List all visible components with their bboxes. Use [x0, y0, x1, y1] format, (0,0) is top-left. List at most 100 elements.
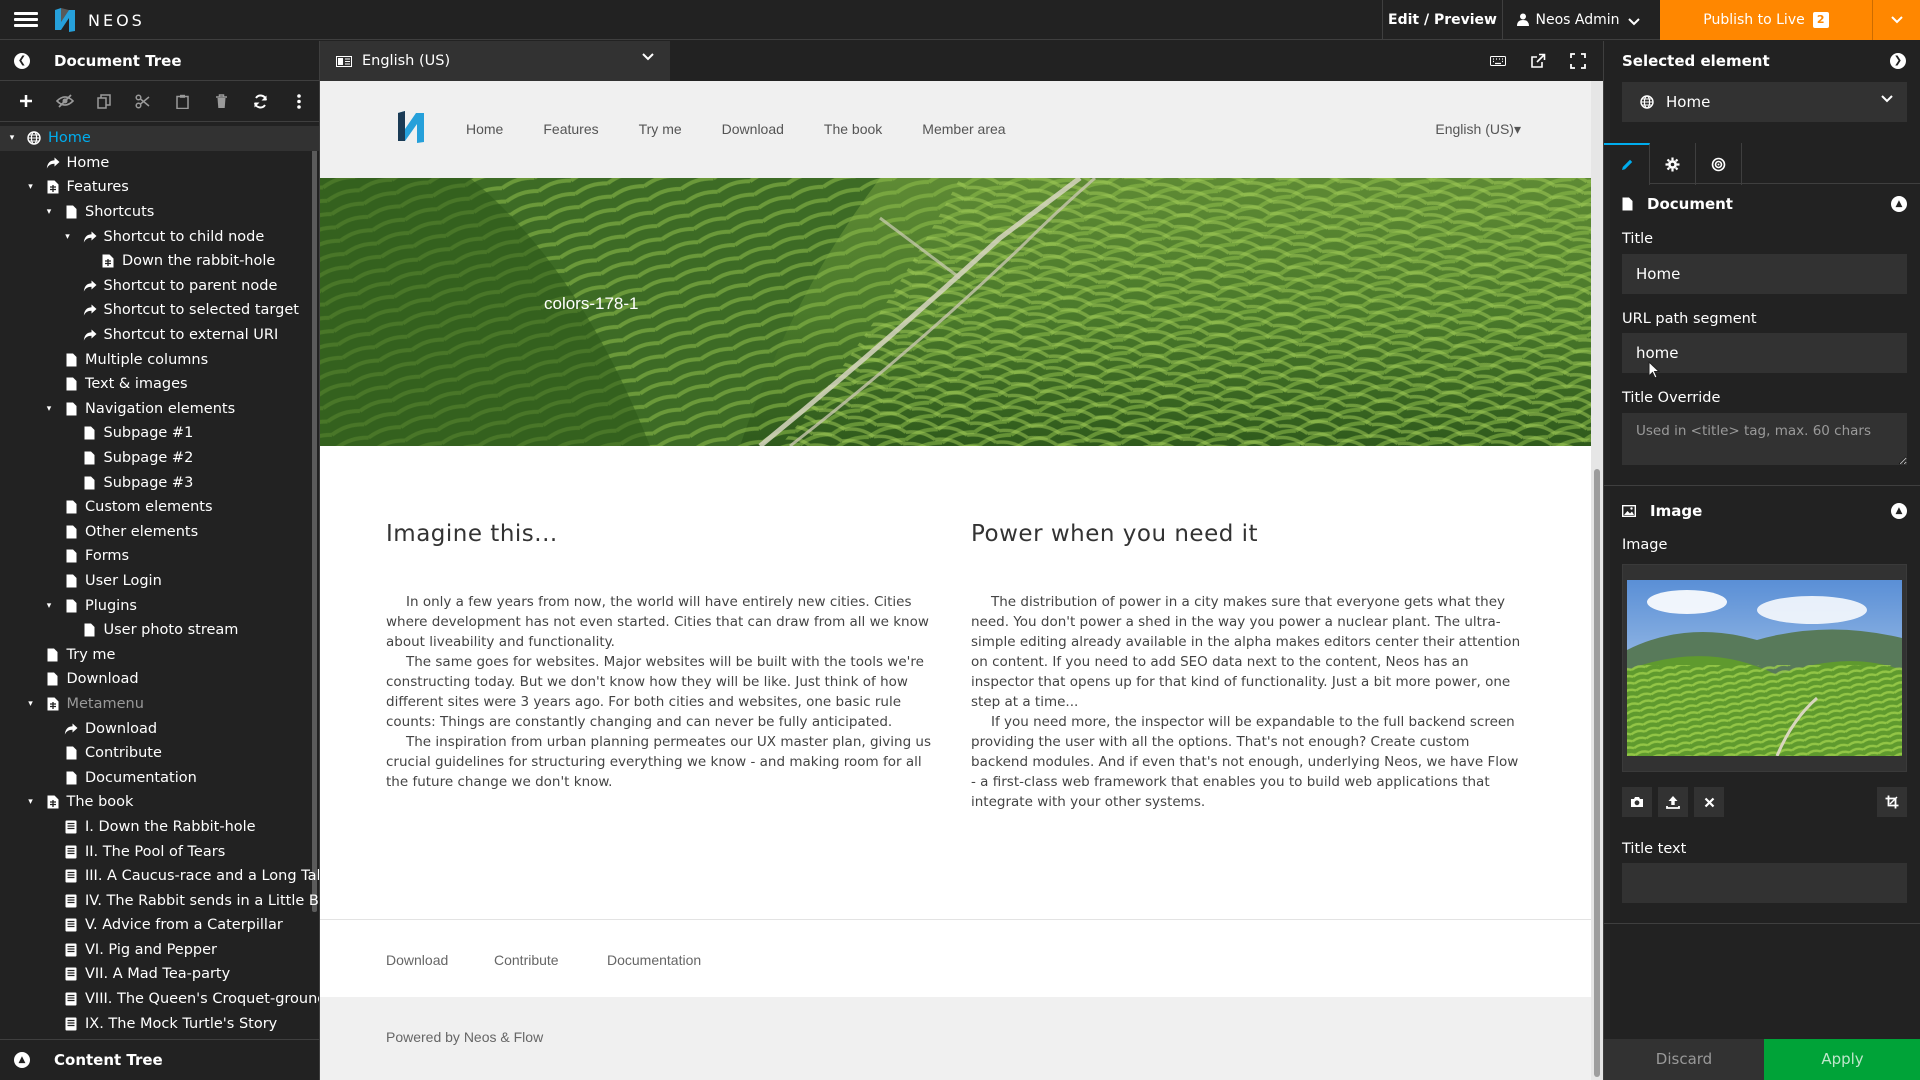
language-dimension-select[interactable]: English (US): [320, 41, 670, 81]
tree-node[interactable]: User Login: [0, 569, 319, 594]
tree-node[interactable]: Forms: [0, 544, 319, 569]
footer-link-documentation[interactable]: Documentation: [607, 952, 701, 968]
tree-toggle-icon[interactable]: ▾: [25, 797, 37, 807]
collapse-section-icon[interactable]: ▲: [1891, 503, 1907, 519]
tree-toggle-icon[interactable]: ▾: [43, 404, 55, 414]
cut-node-button[interactable]: [123, 81, 162, 121]
collapse-right-icon[interactable]: ❯: [1890, 53, 1906, 69]
tree-node[interactable]: Download: [0, 667, 319, 692]
hide-node-button[interactable]: [45, 81, 84, 121]
tree-toggle-icon[interactable]: ▾: [43, 601, 55, 611]
menu-icon[interactable]: [14, 9, 38, 31]
tree-node[interactable]: Subpage #2: [0, 446, 319, 471]
tree-node[interactable]: Text & images: [0, 372, 319, 397]
tree-node[interactable]: Other elements: [0, 520, 319, 545]
tree-toggle-icon[interactable]: ▾: [43, 207, 55, 217]
tree-node[interactable]: Download: [0, 716, 319, 741]
url-path-input[interactable]: [1622, 333, 1907, 373]
copy-node-button[interactable]: [84, 81, 123, 121]
upload-button[interactable]: [1658, 787, 1688, 817]
media-browser-button[interactable]: [1622, 787, 1652, 817]
document-tree-header[interactable]: ❮ Document Tree: [0, 41, 319, 81]
tree-node[interactable]: Down the rabbit-hole: [0, 249, 319, 274]
tree-toggle-icon[interactable]: ▾: [62, 232, 74, 242]
title-input[interactable]: [1622, 254, 1907, 294]
publish-to-live-button[interactable]: Publish to Live 2: [1660, 0, 1872, 40]
site-language-switcher[interactable]: English (US)▾: [1435, 121, 1521, 138]
tree-node[interactable]: ▾ Shortcut to child node: [0, 224, 319, 249]
keyboard-icon[interactable]: [1490, 53, 1506, 69]
delete-node-button[interactable]: [202, 81, 241, 121]
tree-node[interactable]: User photo stream: [0, 618, 319, 643]
tree-node[interactable]: Contribute: [0, 741, 319, 766]
footer-link-contribute[interactable]: Contribute: [494, 952, 559, 968]
tree-node[interactable]: Shortcut to selected target: [0, 298, 319, 323]
tree-node[interactable]: IV. The Rabbit sends in a Little Bill: [0, 888, 319, 913]
collapse-left-icon[interactable]: ❮: [14, 52, 30, 69]
tree-node[interactable]: Documentation: [0, 765, 319, 790]
content-tree-header[interactable]: ▲ Content Tree: [0, 1039, 320, 1080]
tree-node[interactable]: II. The Pool of Tears: [0, 839, 319, 864]
site-nav-item[interactable]: Try me: [639, 121, 682, 137]
apply-button[interactable]: Apply: [1764, 1039, 1920, 1080]
tree-node[interactable]: ▾ Shortcuts: [0, 200, 319, 225]
tree-node[interactable]: ▾ Features: [0, 175, 319, 200]
tree-node[interactable]: III. A Caucus-race and a Long Tale: [0, 864, 319, 889]
tree-node[interactable]: Custom elements: [0, 495, 319, 520]
selected-element-select[interactable]: Home: [1622, 82, 1907, 122]
preview-scroll-thumb[interactable]: [1594, 469, 1600, 1077]
tree-node[interactable]: ▾ The book: [0, 790, 319, 815]
tree-node[interactable]: Subpage #3: [0, 470, 319, 495]
discard-button[interactable]: Discard: [1604, 1039, 1764, 1080]
tree-node[interactable]: ▾ Home: [0, 126, 319, 151]
tree-node[interactable]: ▾ Plugins: [0, 593, 319, 618]
tree-toggle-icon[interactable]: ▾: [25, 699, 37, 709]
file-icon: [63, 598, 79, 614]
site-nav-item[interactable]: The book: [824, 121, 882, 137]
image-preview[interactable]: [1622, 564, 1907, 772]
preview-scrollbar[interactable]: [1591, 81, 1603, 1080]
tab-seo[interactable]: [1696, 143, 1742, 185]
tree-node[interactable]: VII. A Mad Tea-party: [0, 962, 319, 987]
tree-node[interactable]: Shortcut to external URI: [0, 323, 319, 348]
tree-node[interactable]: Subpage #1: [0, 421, 319, 446]
expand-content-tree-icon[interactable]: ▲: [14, 1052, 30, 1068]
more-options-button[interactable]: [280, 81, 319, 121]
site-nav-item[interactable]: Member area: [922, 121, 1005, 137]
tab-settings[interactable]: [1650, 143, 1696, 185]
tree-node[interactable]: V. Advice from a Caterpillar: [0, 913, 319, 938]
fullscreen-icon[interactable]: [1570, 53, 1586, 69]
collapse-section-icon[interactable]: ▲: [1891, 196, 1907, 212]
add-node-button[interactable]: [6, 81, 45, 121]
tree-node[interactable]: Try me: [0, 642, 319, 667]
tree-toggle-icon[interactable]: ▾: [25, 182, 37, 192]
tree-node[interactable]: IX. The Mock Turtle's Story: [0, 1011, 319, 1036]
tree-node[interactable]: VIII. The Queen's Croquet-ground: [0, 987, 319, 1012]
crop-image-button[interactable]: [1877, 787, 1907, 817]
tree-node[interactable]: Home: [0, 151, 319, 176]
document-section-header[interactable]: Document ▲: [1604, 184, 1920, 224]
tree-node[interactable]: VI. Pig and Pepper: [0, 938, 319, 963]
publish-dropdown-button[interactable]: [1872, 0, 1920, 40]
paste-node-button[interactable]: [163, 81, 202, 121]
site-nav-item[interactable]: Features: [543, 121, 598, 137]
title-text-input[interactable]: [1622, 863, 1907, 903]
site-logo[interactable]: [396, 109, 426, 145]
tree-node[interactable]: ▾ Metamenu: [0, 692, 319, 717]
tree-node[interactable]: Multiple columns: [0, 347, 319, 372]
refresh-tree-button[interactable]: [241, 81, 280, 121]
external-link-icon[interactable]: [1530, 53, 1546, 69]
tree-node[interactable]: ▾ Navigation elements: [0, 397, 319, 422]
image-section-header[interactable]: Image ▲: [1604, 491, 1920, 531]
edit-preview-button[interactable]: Edit / Preview: [1382, 0, 1502, 40]
tab-content[interactable]: [1604, 143, 1650, 185]
title-override-textarea[interactable]: [1622, 413, 1907, 465]
remove-image-button[interactable]: [1694, 787, 1724, 817]
user-menu-button[interactable]: Neos Admin: [1502, 0, 1660, 40]
tree-toggle-icon[interactable]: ▾: [6, 133, 18, 143]
footer-link-download[interactable]: Download: [386, 952, 448, 968]
tree-node[interactable]: I. Down the Rabbit-hole: [0, 815, 319, 840]
site-nav-item[interactable]: Home: [466, 121, 503, 137]
site-nav-item[interactable]: Download: [722, 121, 784, 137]
tree-node[interactable]: Shortcut to parent node: [0, 274, 319, 299]
